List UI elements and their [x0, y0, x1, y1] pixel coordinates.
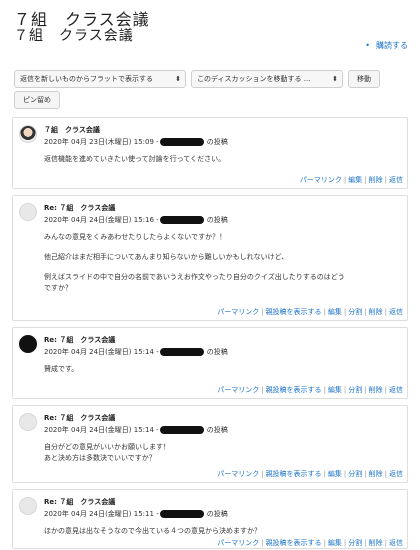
edit-link[interactable]: 編集	[328, 539, 342, 547]
bullet-icon: •	[365, 41, 370, 50]
delete-link[interactable]: 削除	[369, 470, 383, 478]
post-commands: パーマリンク | 親投稿を表示する | 編集 | 分割 | 削除 | 返信	[217, 539, 403, 547]
edit-link[interactable]: 編集	[348, 176, 362, 184]
post-body-line: 自分がどの意見がいいかお願いします！	[44, 443, 170, 451]
permalink-link[interactable]: パーマリンク	[300, 176, 342, 184]
pin-button[interactable]: ピン留め	[14, 91, 60, 109]
post-body-line: 例えばスライドの中で自分の名前であいうえお作文やったり自分のクイズ出したりするの…	[44, 273, 345, 281]
post-subject: ７組 クラス会議	[44, 126, 100, 134]
reply-link[interactable]: 返信	[389, 386, 403, 394]
permalink-link[interactable]: パーマリンク	[217, 308, 259, 316]
redacted-author	[159, 138, 204, 146]
post-body-line: あと決め方は多数決でいいですか？	[44, 454, 156, 462]
post-body-line: 他己紹介はまだ相手についてあんまり知らないから難しいかもしれないけど、	[44, 253, 289, 261]
post-content: 自分がどの意見がいいかお願いします！ あと決め方は多数決でいいですか？	[44, 442, 399, 464]
move-discussion-value: このディスカッションを移動する ...	[197, 75, 311, 83]
post-meta: 2020年 04月 24日(金曜日) 15:11 - の投稿	[44, 509, 228, 519]
post-body-line: ほかの意見は出なそうなので今出ている４つの意見から決めますか？	[44, 527, 261, 535]
post-body-line: 賛成です。	[44, 365, 79, 373]
post-date: 2020年 04月 24日(金曜日) 15:14 -	[44, 348, 159, 356]
post-body-line: ですか？	[44, 284, 72, 292]
forum-post: Re: ７組 クラス会議 2020年 04月 24日(金曜日) 15:11 - の…	[12, 489, 408, 549]
show-parent-link[interactable]: 親投稿を表示する	[266, 386, 322, 394]
avatar	[19, 413, 37, 431]
delete-link[interactable]: 削除	[369, 539, 383, 547]
split-link[interactable]: 分割	[348, 386, 362, 394]
post-date: 2020年 04月 24日(金曜日) 15:11 -	[44, 510, 159, 518]
post-meta: 2020年 04月 23日(木曜日) 15:09 - の投稿	[44, 137, 228, 147]
forum-post: ７組 クラス会議 2020年 04月 23日(木曜日) 15:09 - の投稿 返…	[12, 117, 408, 189]
edit-link[interactable]: 編集	[328, 470, 342, 478]
avatar	[19, 497, 37, 515]
forum-post: Re: ７組 クラス会議 2020年 04月 24日(金曜日) 15:14 - の…	[12, 405, 408, 483]
reply-link[interactable]: 返信	[389, 470, 403, 478]
post-body-line: 返信機能を進めていきたい使って討論を行ってください。	[44, 155, 226, 163]
post-date: 2020年 04月 23日(木曜日) 15:09 -	[44, 138, 159, 146]
permalink-link[interactable]: パーマリンク	[217, 539, 259, 547]
delete-link[interactable]: 削除	[369, 386, 383, 394]
reply-link[interactable]: 返信	[389, 539, 403, 547]
post-suffix: の投稿	[206, 138, 228, 146]
post-commands: パーマリンク | 親投稿を表示する | 編集 | 分割 | 削除 | 返信	[217, 308, 403, 316]
post-content: 賛成です。	[44, 364, 399, 375]
forum-post: Re: ７組 クラス会議 2020年 04月 24日(金曜日) 15:16 - の…	[12, 195, 408, 321]
display-mode-select[interactable]: 返信を新しいものからフラットで表示する ⬍	[14, 70, 186, 88]
post-commands: パーマリンク | 親投稿を表示する | 編集 | 分割 | 削除 | 返信	[217, 470, 403, 478]
post-content: ほかの意見は出なそうなので今出ている４つの意見から決めますか？	[44, 526, 399, 537]
reply-link[interactable]: 返信	[389, 308, 403, 316]
edit-link[interactable]: 編集	[328, 386, 342, 394]
post-subject: Re: ７組 クラス会議	[44, 498, 116, 506]
select-arrow-icon: ⬍	[332, 75, 338, 83]
avatar	[19, 335, 37, 353]
redacted-author	[159, 216, 204, 224]
avatar	[19, 125, 37, 143]
move-button[interactable]: 移動	[348, 70, 380, 88]
show-parent-link[interactable]: 親投稿を表示する	[266, 539, 322, 547]
subscribe-label: 購読する	[376, 41, 408, 50]
display-mode-value: 返信を新しいものからフラットで表示する	[20, 75, 153, 83]
delete-link[interactable]: 削除	[369, 308, 383, 316]
post-commands: パーマリンク | 編集 | 削除 | 返信	[299, 176, 403, 184]
post-subject: Re: ７組 クラス会議	[44, 336, 116, 344]
post-body-line: みんなの意見をくみあわせたりしたらよくないですか？！	[44, 233, 227, 241]
post-suffix: の投稿	[206, 348, 228, 356]
show-parent-link[interactable]: 親投稿を表示する	[266, 470, 322, 478]
post-content: みんなの意見をくみあわせたりしたらよくないですか？！ 他己紹介はまだ相手について…	[44, 232, 399, 294]
redacted-author	[159, 510, 204, 518]
forum-post: Re: ７組 クラス会議 2020年 04月 24日(金曜日) 15:14 - の…	[12, 327, 408, 399]
split-link[interactable]: 分割	[348, 539, 362, 547]
edit-link[interactable]: 編集	[328, 308, 342, 316]
subscribe-link[interactable]: • 購読する	[365, 40, 408, 51]
post-date: 2020年 04月 24日(金曜日) 15:16 -	[44, 216, 159, 224]
post-suffix: の投稿	[206, 426, 228, 434]
post-suffix: の投稿	[206, 510, 228, 518]
discussion-title: ７組 クラス会議	[14, 28, 134, 44]
post-date: 2020年 04月 24日(金曜日) 15:14 -	[44, 426, 159, 434]
post-subject: Re: ７組 クラス会議	[44, 204, 116, 212]
select-arrow-icon: ⬍	[175, 75, 181, 83]
post-meta: 2020年 04月 24日(金曜日) 15:16 - の投稿	[44, 215, 228, 225]
redacted-author	[159, 348, 204, 356]
post-commands: パーマリンク | 親投稿を表示する | 編集 | 分割 | 削除 | 返信	[217, 386, 403, 394]
reply-link[interactable]: 返信	[389, 176, 403, 184]
avatar	[19, 203, 37, 221]
split-link[interactable]: 分割	[348, 308, 362, 316]
redacted-author	[159, 426, 204, 434]
move-discussion-select[interactable]: このディスカッションを移動する ... ⬍	[191, 70, 343, 88]
permalink-link[interactable]: パーマリンク	[217, 386, 259, 394]
post-meta: 2020年 04月 24日(金曜日) 15:14 - の投稿	[44, 425, 228, 435]
post-meta: 2020年 04月 24日(金曜日) 15:14 - の投稿	[44, 347, 228, 357]
split-link[interactable]: 分割	[348, 470, 362, 478]
post-subject: Re: ７組 クラス会議	[44, 414, 116, 422]
show-parent-link[interactable]: 親投稿を表示する	[266, 308, 322, 316]
post-content: 返信機能を進めていきたい使って討論を行ってください。	[44, 154, 399, 165]
permalink-link[interactable]: パーマリンク	[217, 470, 259, 478]
post-suffix: の投稿	[206, 216, 228, 224]
delete-link[interactable]: 削除	[369, 176, 383, 184]
